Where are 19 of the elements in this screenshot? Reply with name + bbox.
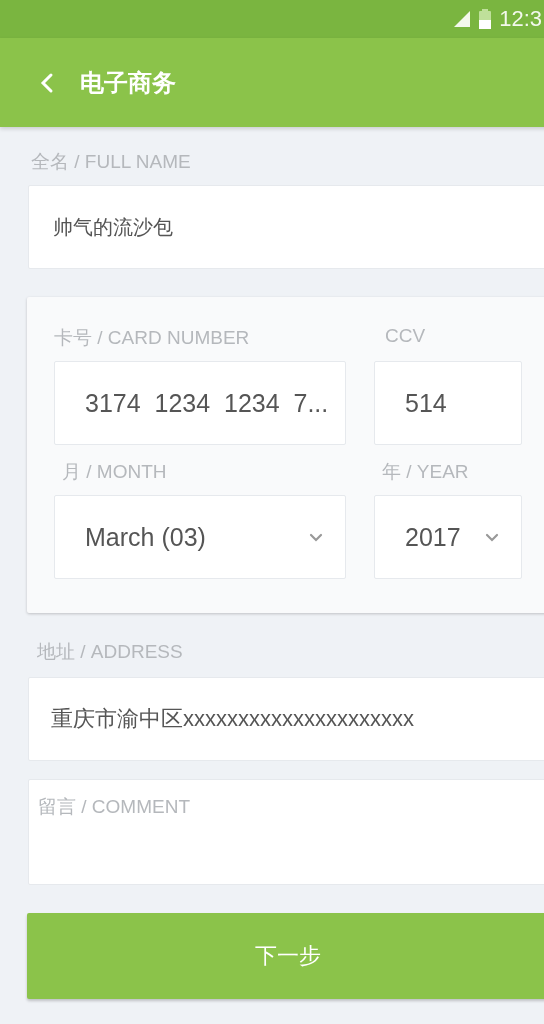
- input-field[interactable]: 重庆市渝中区xxxxxxxxxxxxxxxxxxxxx: [28, 677, 544, 761]
- field-label: 全名 / FULL NAME: [31, 150, 192, 174]
- status-time: 12:3: [499, 6, 542, 32]
- page-title: 电子商务: [80, 67, 176, 98]
- chevron-down-icon: [309, 532, 323, 542]
- field-label: 卡号 / CARD NUMBER: [54, 326, 251, 350]
- field-label: 地址 / ADDRESS: [37, 640, 184, 664]
- back-icon: [40, 71, 54, 94]
- dropdown[interactable]: 2017: [374, 495, 522, 579]
- battery-icon: [479, 9, 492, 29]
- input-field[interactable]: 3174 1234 1234 7...: [54, 361, 346, 445]
- chevron-down-icon: [485, 532, 499, 542]
- field-label: CCV: [384, 325, 427, 348]
- field-label: 年 / YEAR: [381, 460, 470, 484]
- input-field[interactable]: 514: [374, 361, 522, 445]
- signal-icon: [453, 10, 472, 28]
- dropdown[interactable]: March (03): [54, 495, 346, 579]
- field-label: 月 / MONTH: [61, 460, 168, 484]
- input-field[interactable]: 帅气的流沙包: [28, 185, 544, 269]
